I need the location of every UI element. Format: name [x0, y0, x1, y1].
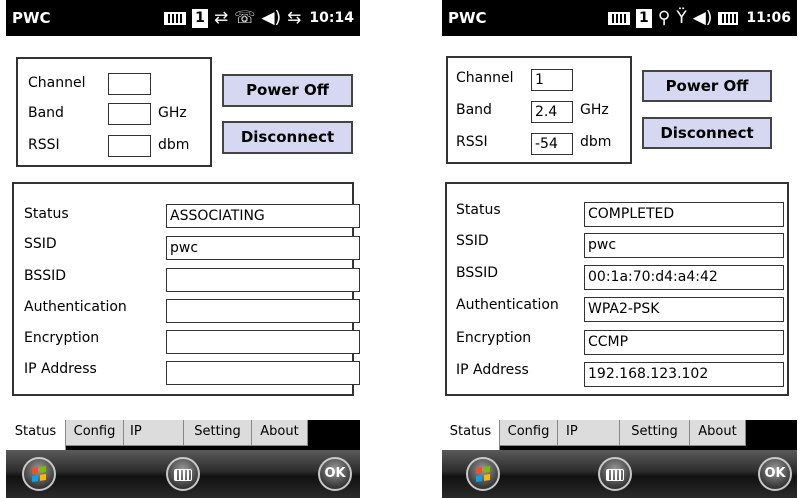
band-label: Band	[456, 102, 492, 118]
encryption-label: Encryption	[456, 330, 532, 346]
clock[interactable]: 10:14	[309, 10, 354, 26]
keyboard-button[interactable]	[166, 457, 200, 491]
ghz-unit: GHz	[158, 105, 187, 121]
tab-ip[interactable]: IP	[124, 420, 184, 446]
volume-icon[interactable]: ◀)	[261, 8, 281, 28]
bssid-field	[166, 268, 360, 292]
soft-key-bar: OK	[6, 450, 360, 498]
phone-icon[interactable]: ☏	[234, 8, 255, 28]
ssid-field: pwc	[166, 236, 360, 260]
ssid-label: SSID	[24, 236, 57, 252]
tab-status[interactable]: Status	[442, 420, 500, 450]
soft-key-bar: OK	[442, 450, 797, 498]
ip-address-label: IP Address	[456, 362, 529, 378]
encryption-field: CCMP	[584, 330, 784, 355]
tab-setting[interactable]: Setting	[620, 420, 690, 446]
tab-bar: Status Config IP Setting About	[6, 420, 360, 450]
sim-icon[interactable]: 1	[191, 8, 208, 28]
volume-icon[interactable]: ◀)	[693, 8, 713, 28]
app-title: PWC	[12, 9, 51, 27]
windows-logo-icon	[476, 466, 490, 482]
rssi-label: RSSI	[456, 134, 488, 150]
start-button[interactable]	[466, 457, 500, 491]
radio-info-group: Channel 1 Band 2.4 GHz RSSI -54 dbm	[446, 56, 632, 164]
power-off-button[interactable]: Power Off	[222, 74, 353, 107]
channel-label: Channel	[28, 75, 86, 91]
channel-field: 1	[531, 69, 573, 91]
status-icons: 1 ⚲ Ÿ ◀) 11:06	[607, 6, 791, 30]
ok-button[interactable]: OK	[318, 457, 352, 491]
title-bar: PWC 1 ⇄ ☏ ◀) ⇆ 10:14	[6, 0, 360, 36]
encryption-label: Encryption	[24, 330, 100, 346]
tab-bar: Status Config IP Setting About	[442, 420, 797, 450]
status-label: Status	[456, 202, 501, 218]
tab-config[interactable]: Config	[500, 420, 558, 446]
bssid-label: BSSID	[456, 265, 499, 281]
connection-info-group: Status ASSOCIATING SSID pwc BSSID Authen…	[12, 182, 360, 396]
phone-screen-left: PWC 1 ⇄ ☏ ◀) ⇆ 10:14 Channel Band GHz RS…	[6, 0, 360, 498]
tab-config[interactable]: Config	[66, 420, 124, 446]
bssid-field: 00:1a:70:d4:a4:42	[584, 265, 784, 290]
rssi-field: -54	[531, 133, 573, 155]
ghz-unit: GHz	[580, 102, 609, 118]
band-label: Band	[28, 105, 64, 121]
ip-address-field: 192.168.123.102	[584, 362, 784, 387]
clock[interactable]: 11:06	[746, 10, 791, 26]
tab-about[interactable]: About	[252, 420, 308, 446]
authentication-label: Authentication	[456, 297, 559, 313]
connection-info-group: Status COMPLETED SSID pwc BSSID 00:1a:70…	[445, 182, 789, 396]
power-off-button[interactable]: Power Off	[642, 70, 772, 102]
ip-address-field	[166, 361, 360, 385]
connection-icon[interactable]: ⇆	[287, 8, 301, 28]
status-field: COMPLETED	[584, 202, 784, 227]
status-field: ASSOCIATING	[166, 204, 360, 228]
dbm-unit: dbm	[158, 137, 190, 153]
windows-logo-icon	[32, 466, 46, 482]
authentication-field	[166, 299, 360, 323]
status-label: Status	[24, 206, 69, 222]
title-bar: PWC 1 ⚲ Ÿ ◀) 11:06	[442, 0, 797, 36]
disconnect-button[interactable]: Disconnect	[642, 117, 772, 149]
keyboard-icon	[174, 469, 192, 481]
rssi-field	[108, 135, 151, 157]
app-title: PWC	[448, 9, 487, 27]
keyboard-button[interactable]	[598, 457, 632, 491]
network-icon[interactable]: ⚲	[658, 8, 670, 28]
battery-icon[interactable]	[607, 11, 630, 25]
ip-address-label: IP Address	[24, 361, 97, 377]
ssid-label: SSID	[456, 233, 489, 249]
tab-setting[interactable]: Setting	[184, 420, 252, 446]
authentication-field: WPA2-PSK	[584, 297, 784, 322]
band-field	[108, 103, 151, 125]
ok-button[interactable]: OK	[758, 457, 792, 491]
battery-full-icon[interactable]	[718, 11, 739, 25]
channel-field	[108, 73, 151, 95]
rssi-label: RSSI	[28, 137, 60, 153]
authentication-label: Authentication	[24, 299, 127, 315]
ssid-field: pwc	[584, 233, 784, 258]
battery-icon[interactable]	[163, 11, 186, 25]
encryption-field	[166, 330, 360, 354]
keyboard-icon	[606, 469, 624, 481]
dbm-unit: dbm	[580, 134, 612, 150]
status-icons: 1 ⇄ ☏ ◀) ⇆ 10:14	[163, 6, 354, 30]
tab-about[interactable]: About	[690, 420, 746, 446]
tab-status[interactable]: Status	[6, 420, 66, 450]
band-field: 2.4	[531, 101, 573, 123]
sim-icon[interactable]: 1	[635, 8, 652, 28]
signal-activity-icon[interactable]: ⇄	[214, 8, 228, 28]
phone-screen-right: PWC 1 ⚲ Ÿ ◀) 11:06 Channel 1 Band 2.4 GH…	[442, 0, 797, 498]
tab-ip[interactable]: IP	[558, 420, 620, 446]
channel-label: Channel	[456, 70, 514, 86]
no-signal-icon[interactable]: Ÿ	[676, 8, 686, 28]
start-button[interactable]	[22, 457, 56, 491]
radio-info-group: Channel Band GHz RSSI dbm	[16, 57, 212, 167]
bssid-label: BSSID	[24, 268, 67, 284]
disconnect-button[interactable]: Disconnect	[222, 121, 353, 154]
